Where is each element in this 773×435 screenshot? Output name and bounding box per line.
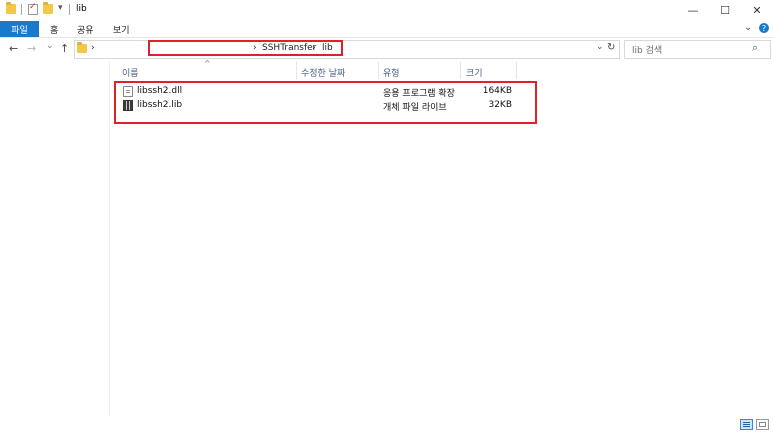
maximize-button[interactable]: ☐	[709, 0, 741, 21]
title-bar	[0, 0, 773, 21]
column-divider[interactable]	[296, 62, 297, 79]
column-header-modified[interactable]: 수정한 날짜	[301, 66, 345, 79]
new-folder-icon[interactable]	[43, 2, 53, 14]
tab-share[interactable]: 공유	[77, 21, 94, 37]
files-highlight-box	[114, 81, 537, 124]
navigation-pane-divider[interactable]	[109, 61, 110, 416]
ribbon-expand-icon[interactable]: ⌄	[744, 22, 752, 33]
window-title: lib	[76, 4, 87, 14]
minimize-button[interactable]: —	[677, 0, 709, 21]
address-highlight-box	[148, 40, 343, 56]
column-header-size[interactable]: 크기	[466, 66, 483, 79]
toolbar-divider	[69, 4, 70, 15]
column-divider[interactable]	[516, 62, 517, 79]
close-button[interactable]: ✕	[741, 0, 773, 21]
up-arrow-icon[interactable]: ↑	[60, 42, 69, 55]
refresh-icon[interactable]: ↻	[607, 42, 615, 53]
help-icon[interactable]: ?	[759, 23, 769, 33]
search-placeholder: lib 검색	[632, 46, 663, 56]
column-header-type[interactable]: 유형	[383, 66, 400, 79]
address-folder-icon	[77, 42, 87, 53]
tab-home[interactable]: 홈	[50, 21, 58, 37]
search-icon[interactable]: ⌕	[752, 41, 758, 55]
tab-view[interactable]: 보기	[113, 21, 130, 37]
tab-file[interactable]: 파일	[0, 21, 39, 37]
column-divider[interactable]	[460, 62, 461, 79]
customize-dropdown-icon[interactable]: ▾	[58, 3, 63, 13]
address-root-chevron[interactable]: ›	[91, 43, 95, 53]
details-view-button[interactable]	[740, 419, 753, 430]
column-header-name[interactable]: 이름	[122, 66, 139, 79]
recent-locations-icon[interactable]: ⌄	[46, 41, 54, 51]
large-icons-view-button[interactable]	[756, 419, 769, 430]
back-arrow-icon[interactable]: ←	[9, 42, 18, 55]
address-dropdown-icon[interactable]: ⌄	[596, 42, 604, 52]
sort-indicator-icon: ^	[204, 59, 211, 68]
toolbar-divider	[21, 4, 22, 15]
properties-check-icon[interactable]	[28, 2, 38, 15]
forward-arrow-icon[interactable]: →	[27, 42, 36, 55]
column-divider[interactable]	[378, 62, 379, 79]
folder-icon	[6, 2, 16, 14]
